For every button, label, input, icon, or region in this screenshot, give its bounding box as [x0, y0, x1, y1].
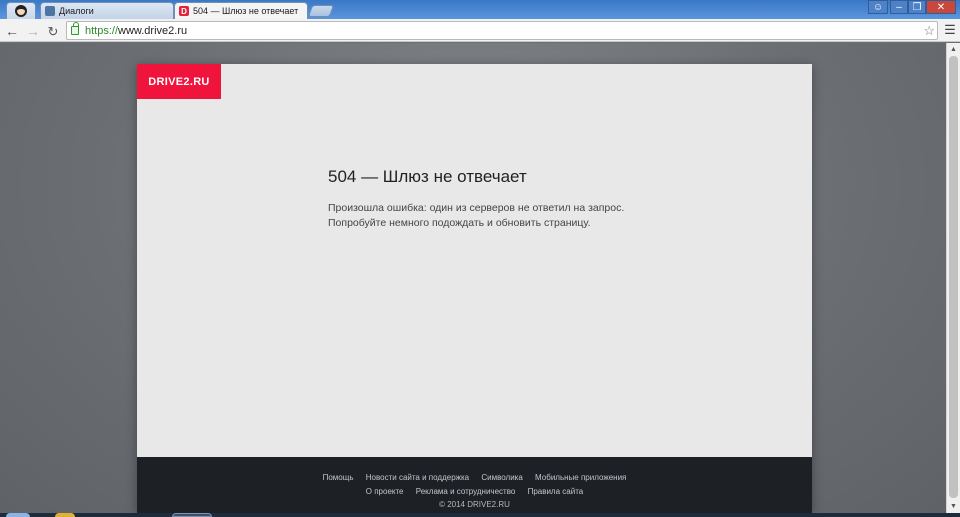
new-tab-button[interactable] — [307, 5, 335, 17]
tab-label: Диалоги — [59, 6, 94, 16]
error-card: DRIVE2.RU 504 — Шлюз не отвечает Произош… — [137, 64, 812, 513]
vertical-scrollbar[interactable]: ▲ ▼ — [946, 43, 960, 513]
footer-link-about[interactable]: О проекте — [366, 487, 404, 496]
footer-links-row: О проекте Реклама и сотрудничество Прави… — [137, 487, 812, 496]
avatar-icon — [15, 5, 27, 17]
tab-dialogs[interactable]: Диалоги — [40, 2, 174, 19]
taskbar-app-icon[interactable] — [172, 513, 212, 517]
url-host: www.drive2.ru — [118, 24, 188, 37]
tab-strip: Диалоги D 504 — Шлюз не отвечает ☺ – ❐ ✕ — [0, 0, 960, 19]
tab-error-page[interactable]: D 504 — Шлюз не отвечает — [174, 2, 308, 19]
menu-icon[interactable]: ☰ — [944, 22, 956, 37]
taskbar-app-icon[interactable] — [55, 513, 75, 517]
drive2-logo[interactable]: DRIVE2.RU — [137, 64, 221, 99]
page-footer: Помощь Новости сайта и поддержка Символи… — [137, 457, 812, 513]
footer-link-rules[interactable]: Правила сайта — [528, 487, 584, 496]
vk-icon — [45, 6, 55, 16]
drive2-icon: D — [179, 6, 189, 16]
maximize-button[interactable]: ❐ — [908, 0, 926, 14]
footer-links-row: Помощь Новости сайта и поддержка Символи… — [137, 473, 812, 482]
footer-link-news[interactable]: Новости сайта и поддержка — [366, 473, 469, 482]
bookmark-star-icon[interactable]: ☆ — [923, 23, 935, 39]
error-message-line: Произошла ошибка: один из серверов не от… — [328, 202, 625, 214]
scrollbar-thumb[interactable] — [949, 56, 958, 498]
footer-link-mobile-apps[interactable]: Мобильные приложения — [535, 473, 626, 482]
address-bar[interactable]: https:// www.drive2.ru ☆ — [66, 21, 938, 40]
tab-label: 504 — Шлюз не отвечает — [193, 6, 299, 16]
back-arrow-icon[interactable]: ← — [4, 23, 20, 39]
footer-link-help[interactable]: Помощь — [323, 473, 354, 482]
footer-link-symbols[interactable]: Символика — [481, 473, 522, 482]
lock-icon — [71, 22, 79, 35]
close-window-button[interactable]: ✕ — [926, 0, 956, 14]
user-icon[interactable]: ☺ — [868, 0, 888, 14]
minimize-button[interactable]: – — [890, 0, 908, 14]
profile-avatar-tab[interactable] — [6, 2, 36, 19]
os-taskbar — [0, 513, 960, 517]
footer-link-advertising[interactable]: Реклама и сотрудничество — [416, 487, 516, 496]
forward-arrow-icon[interactable]: → — [25, 23, 41, 39]
error-message-line: Попробуйте немного подождать и обновить … — [328, 217, 591, 229]
scroll-up-icon[interactable]: ▲ — [947, 43, 960, 56]
url-scheme: https:// — [85, 24, 119, 37]
page-viewport: DRIVE2.RU 504 — Шлюз не отвечает Произош… — [0, 43, 946, 513]
footer-copyright: © 2014 DRIVE2.RU — [439, 500, 510, 509]
start-button[interactable] — [6, 513, 30, 517]
reload-icon[interactable]: ↻ — [45, 23, 61, 39]
error-title: 504 — Шлюз не отвечает — [328, 167, 527, 186]
browser-toolbar: ← → ↻ https:// www.drive2.ru ☆ ☰ — [0, 19, 960, 42]
scroll-down-icon[interactable]: ▼ — [947, 500, 960, 513]
